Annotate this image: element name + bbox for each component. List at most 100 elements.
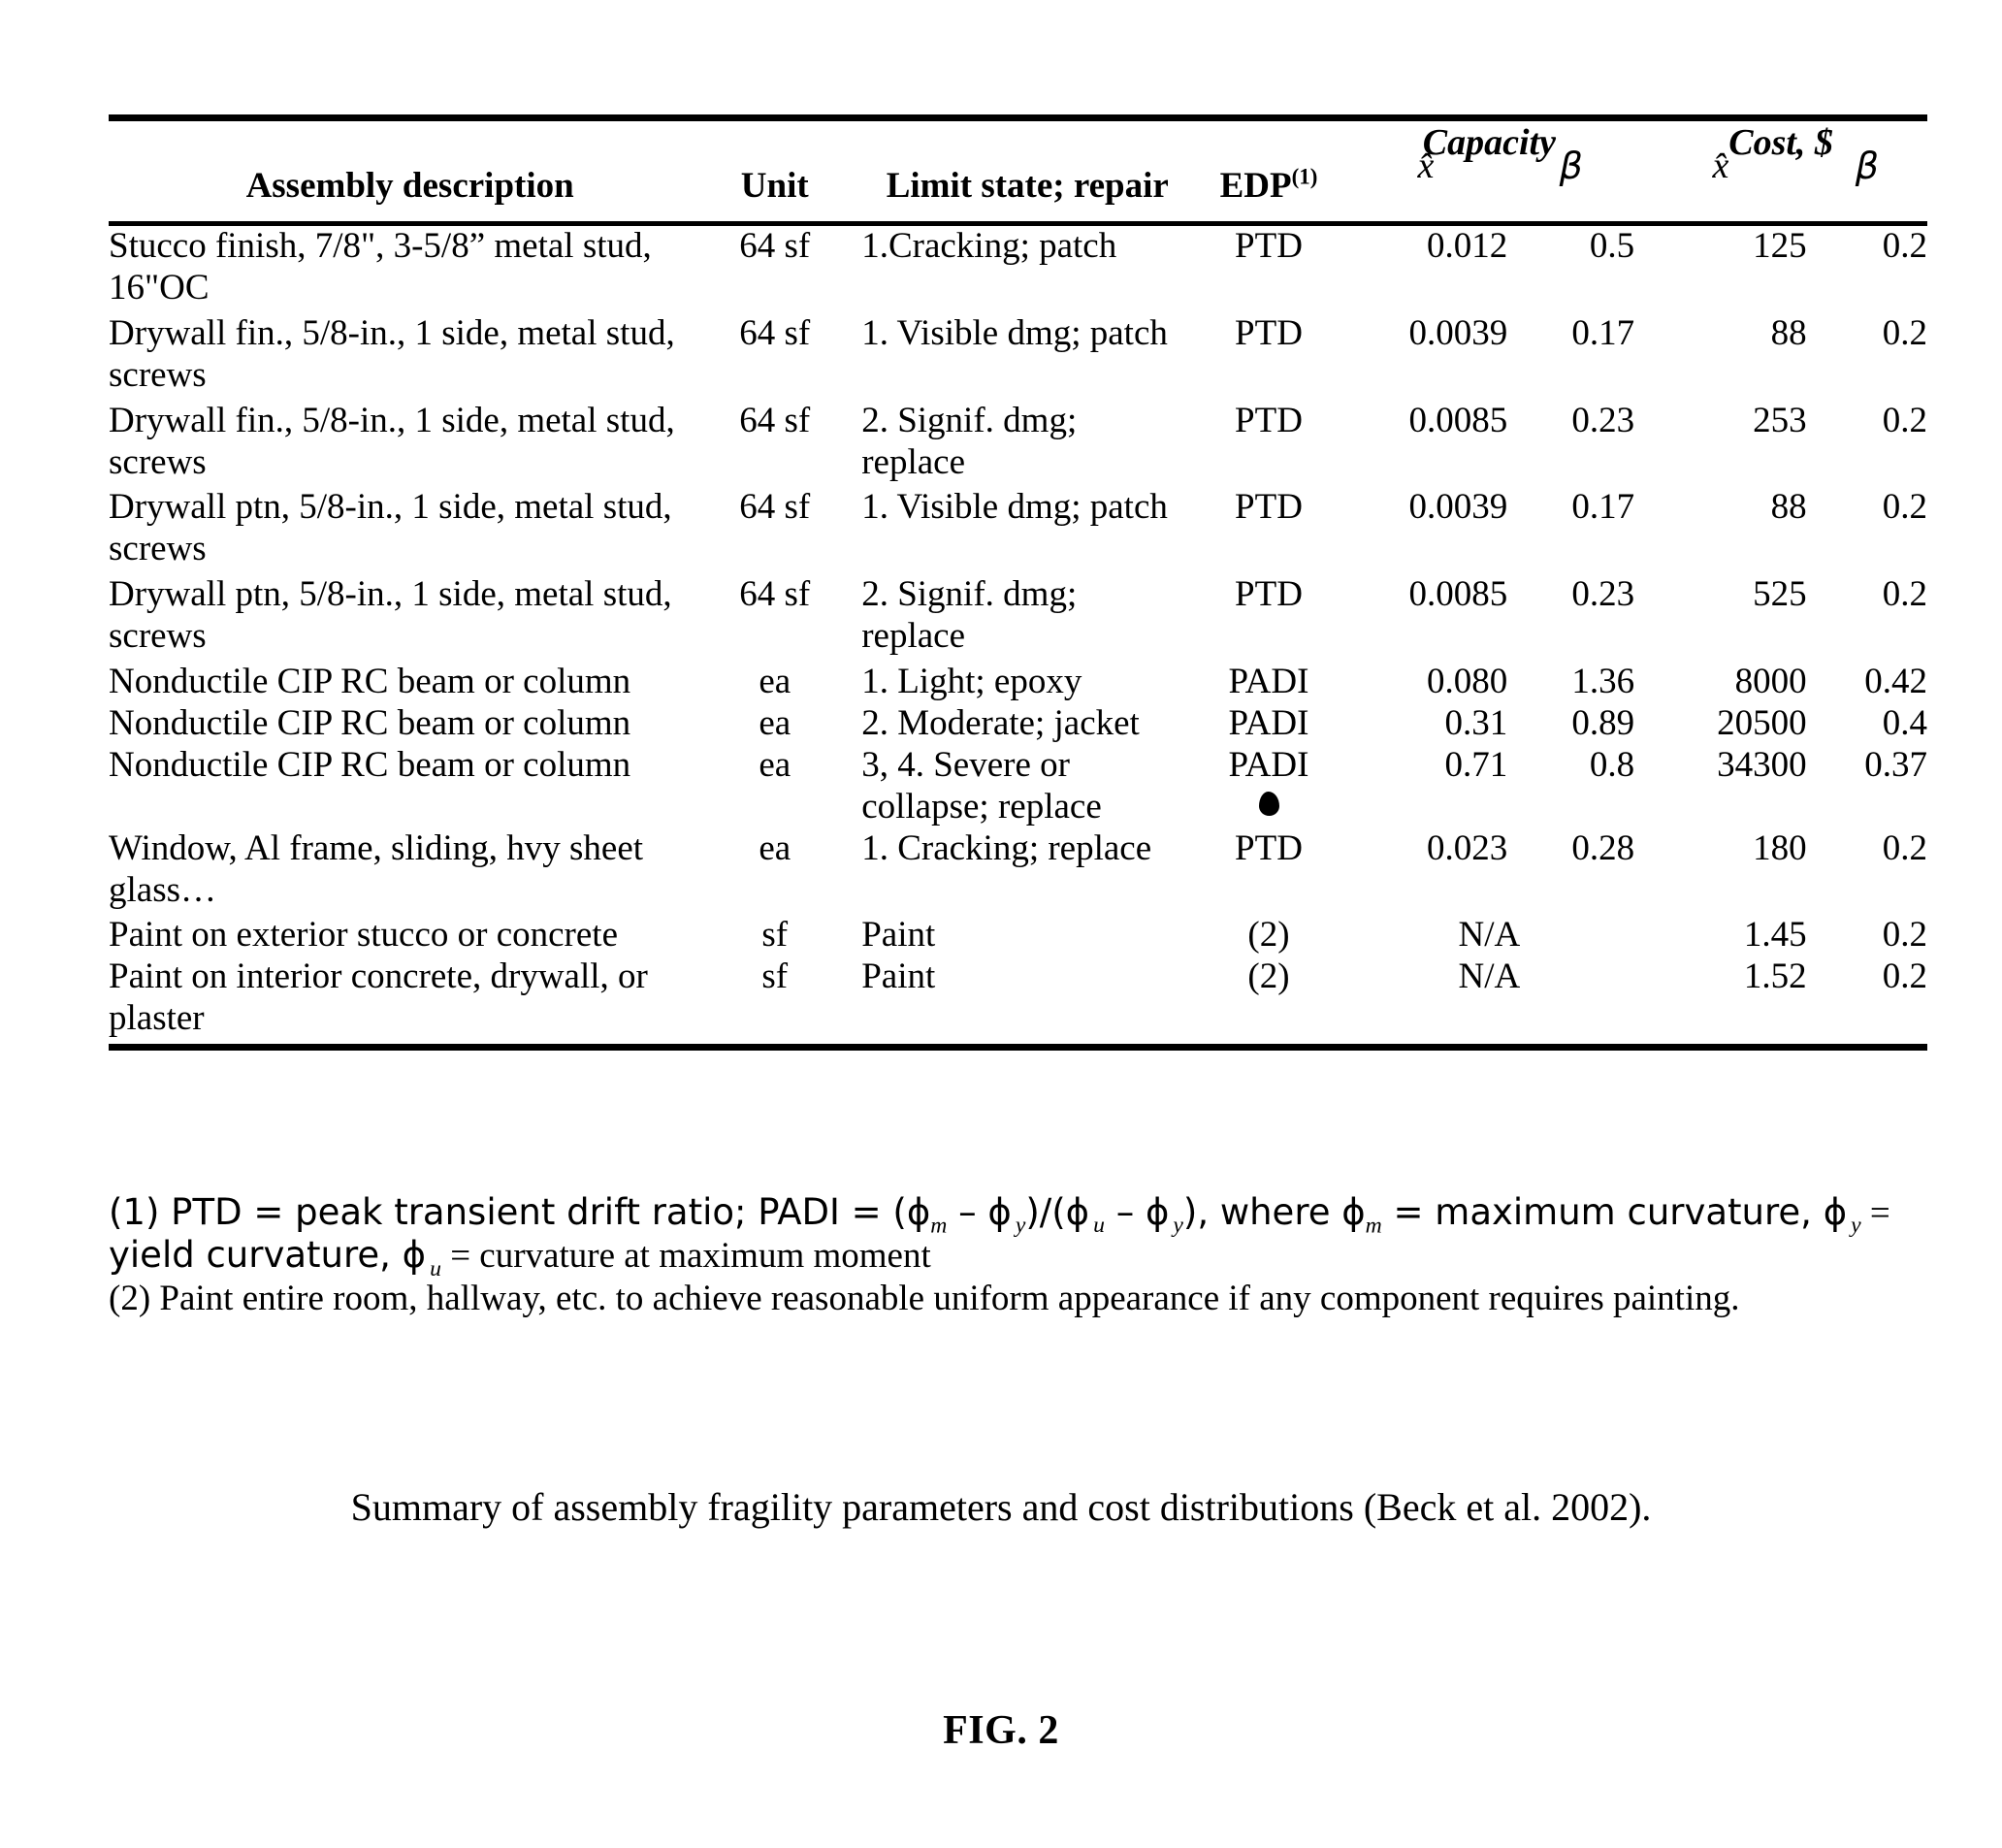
footnote-1-line2: yield curvature, ϕu = curvature at maxim…: [109, 1234, 1942, 1280]
cell-cost-xhat: 125: [1753, 225, 1807, 266]
cell-edp: PTD: [1235, 487, 1303, 528]
cell-cost-xhat: 180: [1753, 827, 1807, 868]
column-header-edp: EDP(1): [1193, 166, 1343, 221]
cell-edp: PTD: [1235, 312, 1303, 353]
cell-description: Stucco finish, 7/8", 3-5/8” metal stud, …: [109, 225, 652, 308]
table-row: Drywall fin., 5/8-in., 1 side, metal stu…: [109, 313, 1927, 401]
figure-caption: Summary of assembly fragility parameters…: [350, 1485, 1652, 1529]
cell-unit: sf: [761, 956, 789, 997]
cell-edp: PTD: [1235, 225, 1303, 266]
footnote-2: (2) Paint entire room, hallway, etc. to …: [109, 1278, 1740, 1318]
cell-limit-state: 2. Signif. dmg; replace: [861, 574, 1078, 657]
column-header-description: Assembly description: [245, 166, 574, 207]
footnote-1-part-i: ), where ϕ: [1182, 1191, 1366, 1233]
scan-artifact-icon: [1258, 791, 1279, 816]
cell-capacity-beta: 0.23: [1571, 400, 1635, 440]
cell-cost-beta: 0.2: [1882, 956, 1927, 997]
table-bottom-rule: [109, 1044, 1927, 1052]
footnote-1-sub-y1: y: [1015, 1213, 1026, 1239]
figure-label: FIG. 2: [943, 1708, 1059, 1753]
cell-unit: 64 sf: [739, 574, 811, 615]
footnote-1-sub-y3: y: [1851, 1213, 1861, 1239]
cell-cost-xhat: 1.52: [1743, 956, 1807, 997]
cell-capacity-na: N/A: [1458, 956, 1521, 997]
cell-cost-beta: 0.2: [1882, 574, 1927, 615]
group-header-row: Capacity Cost, $: [109, 121, 1927, 166]
cell-cost-xhat: 525: [1753, 574, 1807, 615]
cell-cost-beta: 0.42: [1864, 662, 1927, 702]
table-row: Paint on exterior stucco or concrete sf Pa…: [109, 915, 1927, 956]
cell-edp: PTD: [1235, 827, 1303, 868]
table-row: Drywall fin., 5/8-in., 1 side, metal stu…: [109, 401, 1927, 488]
cell-description: Drywall fin., 5/8-in., 1 side, metal stu…: [109, 312, 675, 395]
fragility-table-block: Capacity Cost, $ Assembly description Un…: [109, 114, 1927, 1052]
table-row: Window, Al frame, sliding, hvy sheet gla…: [109, 828, 1927, 916]
cell-unit: 64 sf: [739, 225, 811, 266]
group-header-capacity: Capacity: [1422, 122, 1556, 163]
group-header-cost: Cost, $: [1728, 122, 1833, 163]
cell-limit-state: 3, 4. Severe or collapse; replace: [861, 744, 1102, 827]
cell-cost-xhat: 8000: [1734, 662, 1807, 702]
cell-capacity-beta: 0.8: [1589, 744, 1635, 785]
cell-cost-beta: 0.2: [1882, 312, 1927, 353]
cell-description: Nonductile CIP RC beam or column: [109, 662, 631, 702]
cell-capacity-xhat: 0.0085: [1408, 574, 1508, 615]
column-header-cost-beta: β: [1855, 145, 1879, 188]
cell-edp: (2): [1247, 956, 1290, 997]
table-header: Capacity Cost, $ Assembly description Un…: [109, 121, 1927, 221]
table-row: Paint on interior concrete, drywall, or …: [109, 956, 1927, 1044]
cell-cost-beta: 0.37: [1864, 744, 1927, 785]
cell-limit-state: 1. Cracking; replace: [861, 827, 1152, 868]
footnote-1-part-m: =: [1860, 1193, 1890, 1233]
cell-capacity-beta: 0.17: [1571, 487, 1635, 528]
cell-description: Nonductile CIP RC beam or column: [109, 744, 631, 785]
footnote-1-sub-y2: y: [1173, 1213, 1183, 1239]
cell-description: Window, Al frame, sliding, hvy sheet gla…: [109, 827, 644, 910]
cell-unit: ea: [759, 827, 791, 868]
cell-cost-xhat: 253: [1753, 400, 1807, 440]
footnotes: (1) PTD = peak transient drift ratio; PA…: [109, 1191, 1942, 1319]
figure-page: Capacity Cost, $ Assembly description Un…: [0, 0, 2002, 1848]
cell-edp: (2): [1247, 915, 1290, 956]
column-header-capacity-beta: β: [1559, 145, 1583, 188]
cell-capacity-na: N/A: [1458, 915, 1521, 956]
table-row: Drywall ptn, 5/8-in., 1 side, metal stud…: [109, 574, 1927, 662]
footnote-1-part-g: – ϕ: [1104, 1191, 1170, 1233]
cell-cost-beta: 0.2: [1882, 487, 1927, 528]
cell-limit-state: 1. Light; epoxy: [861, 662, 1082, 702]
cell-edp: PADI: [1228, 702, 1309, 743]
cell-edp: PADI: [1228, 662, 1309, 702]
column-header-row: Assembly description Unit Limit state; r…: [109, 145, 1927, 221]
column-header-limit-state: Limit state; repair: [886, 166, 1169, 207]
cell-cost-beta: 0.2: [1882, 915, 1927, 956]
cell-capacity-xhat: 0.71: [1444, 744, 1508, 785]
cell-unit: 64 sf: [739, 487, 811, 528]
cell-edp: PTD: [1235, 400, 1303, 440]
table-row: Nonductile CIP RC beam or column ea 1. Lig…: [109, 662, 1927, 703]
cell-capacity-xhat: 0.0039: [1408, 312, 1508, 353]
cell-limit-state: 1.Cracking; patch: [861, 225, 1117, 266]
column-header-unit: Unit: [740, 166, 809, 207]
table-body: Stucco finish, 7/8", 3-5/8” metal stud, …: [109, 226, 1927, 1044]
footnote-1-part-k: = maximum curvature, ϕ: [1381, 1191, 1848, 1233]
cell-cost-xhat: 20500: [1717, 702, 1807, 743]
cell-limit-state: 1. Visible dmg; patch: [861, 312, 1168, 353]
cell-cost-xhat: 88: [1770, 487, 1807, 528]
cell-unit: 64 sf: [739, 312, 811, 353]
cell-cost-xhat: 88: [1770, 312, 1807, 353]
cell-capacity-beta: 0.5: [1589, 225, 1635, 266]
cell-cost-xhat: 1.45: [1743, 915, 1807, 956]
cell-description: Drywall fin., 5/8-in., 1 side, metal stu…: [109, 400, 675, 482]
cell-unit: ea: [759, 744, 791, 785]
cell-cost-beta: 0.2: [1882, 225, 1927, 266]
column-header-edp-text: EDP: [1219, 166, 1292, 207]
table-row: Nonductile CIP RC beam or column ea 3, 4. …: [109, 745, 1927, 828]
cell-edp: PTD: [1235, 574, 1303, 615]
cell-edp: PADI: [1193, 745, 1343, 828]
footnote-1-part-a: (1) PTD = peak transient drift ratio; PA…: [109, 1191, 931, 1233]
cell-capacity-beta: 0.17: [1571, 312, 1635, 353]
table-row: Nonductile CIP RC beam or column ea 2. Mod…: [109, 703, 1927, 745]
footnote-1: (1) PTD = peak transient drift ratio; PA…: [109, 1191, 1942, 1237]
fragility-table-body: Stucco finish, 7/8", 3-5/8” metal stud, …: [109, 226, 1927, 1044]
cell-unit: ea: [759, 702, 791, 743]
